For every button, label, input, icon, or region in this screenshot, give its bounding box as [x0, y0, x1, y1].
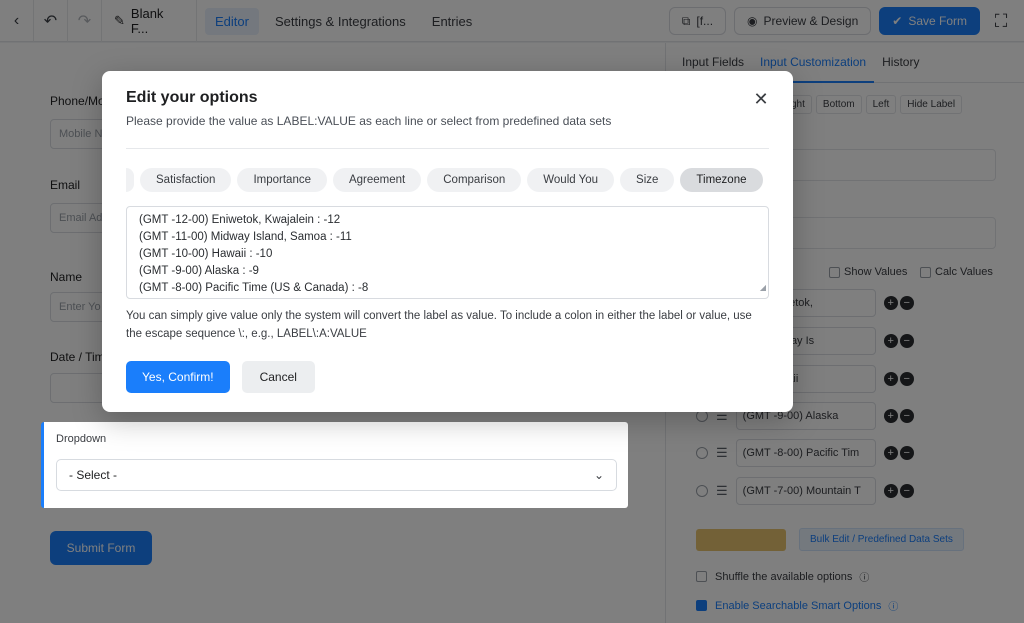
- resize-handle-icon[interactable]: ◢: [760, 279, 766, 296]
- modal-divider: [126, 148, 769, 149]
- chevron-down-icon: ⌄: [593, 468, 604, 482]
- dropdown-field-card[interactable]: Dropdown - Select - ⌄: [41, 422, 628, 508]
- dropdown-value: - Select -: [69, 468, 118, 482]
- modal-subtitle: Please provide the value as LABEL:VALUE …: [126, 114, 612, 128]
- chip-timezone[interactable]: Timezone: [680, 168, 763, 192]
- dropdown-label: Dropdown: [56, 433, 107, 445]
- chip-satisfaction[interactable]: Satisfaction: [140, 168, 232, 192]
- modal-actions: Yes, Confirm! Cancel: [126, 361, 315, 393]
- modal-title: Edit your options: [126, 89, 258, 106]
- chip-size[interactable]: Size: [620, 168, 675, 192]
- predefined-data-sets: Satisfaction Importance Agreement Compar…: [126, 168, 769, 192]
- chip-comparison[interactable]: Comparison: [427, 168, 522, 192]
- confirm-button[interactable]: Yes, Confirm!: [126, 361, 230, 393]
- dropdown-select[interactable]: - Select - ⌄: [56, 459, 617, 491]
- chip-agreement[interactable]: Agreement: [332, 168, 422, 192]
- cancel-button[interactable]: Cancel: [241, 361, 315, 393]
- textarea-line: (GMT -9-00) Alaska : -9: [139, 265, 259, 277]
- edit-options-modal: Edit your options Please provide the val…: [102, 71, 793, 412]
- textarea-line: (GMT -8-00) Pacific Time (US & Canada) :…: [139, 282, 369, 294]
- modal-help-text: You can simply give value only the syste…: [126, 310, 752, 340]
- chip-would-you[interactable]: Would You: [527, 168, 615, 192]
- close-icon[interactable]: ✕: [751, 89, 771, 109]
- chip-importance[interactable]: Importance: [237, 168, 327, 192]
- textarea-line: (GMT -12-00) Eniwetok, Kwajalein : -12: [139, 214, 341, 226]
- textarea-line: (GMT -10-00) Hawaii : -10: [139, 248, 273, 260]
- textarea-line: (GMT -11-00) Midway Island, Samoa : -11: [139, 231, 352, 243]
- options-textarea[interactable]: (GMT -12-00) Eniwetok, Kwajalein : -12 (…: [126, 206, 769, 299]
- chip-partial[interactable]: [126, 168, 134, 192]
